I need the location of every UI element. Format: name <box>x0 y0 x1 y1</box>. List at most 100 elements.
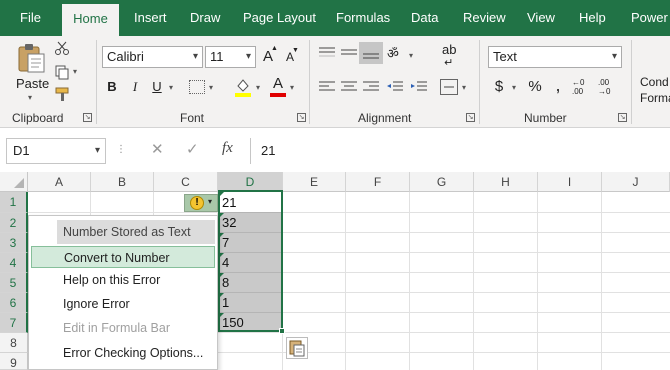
menu-item-help-on-error[interactable]: Help on this Error <box>31 269 215 291</box>
paste-button[interactable]: Paste <box>16 76 49 91</box>
borders-icon[interactable] <box>189 80 205 94</box>
font-color-icon[interactable]: A <box>269 75 287 97</box>
row-header-6[interactable]: 6 <box>0 293 28 313</box>
fill-color-icon[interactable] <box>234 76 252 98</box>
group-divider <box>479 40 480 124</box>
row-header-3[interactable]: 3 <box>0 233 28 253</box>
select-all-corner[interactable] <box>0 172 28 192</box>
underline-dropdown-icon[interactable]: ▾ <box>169 83 173 92</box>
tab-draw[interactable]: Draw <box>190 0 220 36</box>
wrap-text-icon[interactable]: ab <box>442 42 456 57</box>
tab-view[interactable]: View <box>527 0 555 36</box>
column-header-j[interactable]: J <box>602 172 670 192</box>
align-right-icon[interactable] <box>362 80 380 94</box>
menu-item-ignore-error[interactable]: Ignore Error <box>31 293 215 315</box>
paste-options-icon[interactable] <box>286 337 308 359</box>
row-header-2[interactable]: 2 <box>0 213 28 233</box>
column-header-g[interactable]: G <box>410 172 474 192</box>
merge-dropdown-icon[interactable]: ▾ <box>462 83 466 92</box>
merge-center-icon[interactable] <box>440 79 458 95</box>
tab-home[interactable]: Home <box>62 4 119 36</box>
cut-icon[interactable] <box>54 40 70 56</box>
bold-button[interactable]: B <box>104 76 120 98</box>
row-header-4[interactable]: 4 <box>0 253 28 273</box>
fill-handle[interactable] <box>279 328 285 334</box>
decrease-decimal-icon[interactable]: .00 →0 <box>598 78 610 96</box>
menu-item-convert-to-number[interactable]: Convert to Number <box>31 246 215 268</box>
error-smart-tag-button[interactable]: ! ▾ <box>184 194 218 212</box>
italic-button[interactable]: I <box>127 76 143 98</box>
gridline <box>409 192 410 370</box>
column-header-i[interactable]: I <box>538 172 602 192</box>
column-header-h[interactable]: H <box>474 172 538 192</box>
number-launcher-icon[interactable]: ↘ <box>618 113 627 122</box>
tab-review[interactable]: Review <box>463 0 506 36</box>
tab-data[interactable]: Data <box>411 0 438 36</box>
row-header-9[interactable]: 9 <box>0 353 28 370</box>
underline-button[interactable]: U <box>149 76 165 98</box>
formula-input[interactable]: 21 <box>250 138 670 164</box>
tab-power-pivot[interactable]: Power P <box>631 0 670 36</box>
format-painter-icon[interactable] <box>54 86 72 102</box>
copy-icon[interactable] <box>54 64 70 80</box>
column-header-b[interactable]: B <box>91 172 154 192</box>
name-box-value: D1 <box>13 143 30 158</box>
percent-button[interactable]: % <box>526 76 544 98</box>
currency-dropdown-icon[interactable]: ▾ <box>512 83 516 92</box>
column-header-a[interactable]: A <box>28 172 91 192</box>
row-header-1[interactable]: 1 <box>0 192 28 213</box>
increase-indent-icon[interactable] <box>410 80 428 94</box>
tab-formulas[interactable]: Formulas <box>336 0 390 36</box>
formula-bar-divider-icon: ⋮ <box>116 144 126 155</box>
align-left-icon[interactable] <box>318 80 336 94</box>
paste-icon[interactable] <box>16 42 46 74</box>
font-group-label: Font <box>180 111 205 125</box>
number-format-select[interactable]: Text ▾ <box>488 46 622 68</box>
align-bottom-icon[interactable] <box>359 42 383 64</box>
gridline <box>28 212 670 213</box>
menu-item-error-checking-options[interactable]: Error Checking Options... <box>31 342 215 364</box>
row-header-5[interactable]: 5 <box>0 273 28 293</box>
caret-up-icon: ▲ <box>271 45 278 52</box>
cancel-icon[interactable]: ✕ <box>151 140 164 158</box>
paste-dropdown-icon[interactable]: ▾ <box>28 93 32 102</box>
wrap-arrow-icon: ↵ <box>444 57 454 69</box>
orientation-icon[interactable]: ॐ <box>387 44 407 62</box>
column-header-c[interactable]: C <box>154 172 218 192</box>
font-name-select[interactable]: Calibri ▾ <box>102 46 203 68</box>
group-divider <box>96 40 97 124</box>
tab-file[interactable]: File <box>20 0 41 36</box>
decrease-indent-icon[interactable] <box>386 80 404 94</box>
comma-style-button[interactable]: , <box>552 76 564 98</box>
font-launcher-icon[interactable]: ↘ <box>297 113 306 122</box>
enter-icon[interactable]: ✓ <box>186 140 199 158</box>
insert-function-button[interactable]: fx <box>222 140 233 157</box>
column-header-f[interactable]: F <box>346 172 410 192</box>
row-header-7[interactable]: 7 <box>0 313 28 333</box>
align-middle-icon[interactable] <box>340 46 358 60</box>
fill-color-dropdown-icon[interactable]: ▾ <box>256 83 260 92</box>
align-center-icon[interactable] <box>340 80 358 94</box>
caret-down-icon: ▼ <box>292 47 299 54</box>
name-box[interactable]: D1 ▾ <box>6 138 106 164</box>
clipboard-launcher-icon[interactable]: ↘ <box>83 113 92 122</box>
font-size-select[interactable]: 11 ▾ <box>205 46 256 68</box>
excel-window: File Home Insert Draw Page Layout Formul… <box>0 0 670 370</box>
align-top-icon[interactable] <box>318 46 336 60</box>
borders-dropdown-icon[interactable]: ▾ <box>209 83 213 92</box>
row-header-8[interactable]: 8 <box>0 333 28 353</box>
column-header-e[interactable]: E <box>283 172 346 192</box>
currency-button[interactable]: $ <box>492 76 506 98</box>
tab-page-layout[interactable]: Page Layout <box>243 0 316 36</box>
tab-insert[interactable]: Insert <box>134 0 167 36</box>
conditional-formatting-button[interactable]: Cond Forma <box>640 74 670 106</box>
chevron-down-icon: ▾ <box>94 145 100 156</box>
column-header-d[interactable]: D <box>218 172 283 192</box>
tab-help[interactable]: Help <box>579 0 606 36</box>
increase-decimal-icon[interactable]: ←0.00 <box>572 78 584 96</box>
copy-dropdown-icon[interactable]: ▾ <box>73 67 77 76</box>
orientation-dropdown-icon[interactable]: ▾ <box>409 51 413 60</box>
font-name-value: Calibri <box>107 49 144 64</box>
alignment-launcher-icon[interactable]: ↘ <box>466 113 475 122</box>
font-color-dropdown-icon[interactable]: ▾ <box>290 83 294 92</box>
